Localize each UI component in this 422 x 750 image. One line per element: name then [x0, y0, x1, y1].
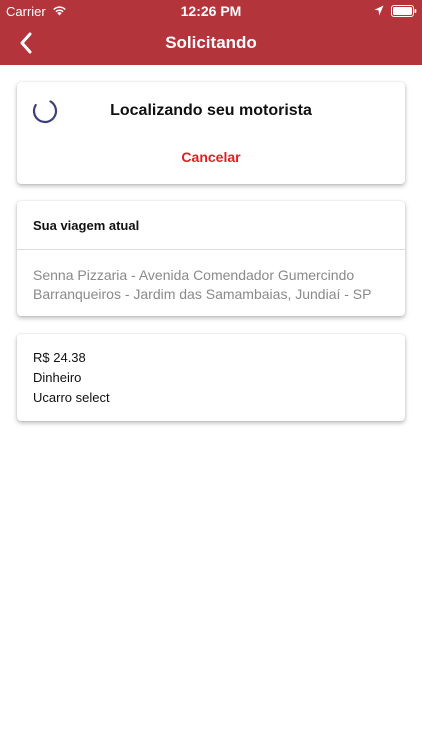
address-line: Barranqueiros - Jardim das Samambaias, J… — [33, 286, 372, 302]
divider — [17, 249, 405, 250]
location-arrow-icon — [374, 5, 384, 16]
app-header: Carrier 12:26 PM Solicitando — [0, 0, 422, 65]
current-trip-card: Sua viagem atual Senna Pizzaria - Avenid… — [17, 201, 405, 316]
address-line: Senna Pizzaria - Avenida Comendador Gume… — [33, 267, 355, 283]
status-time: 12:26 PM — [180, 3, 242, 19]
request-status-card: Localizando seu motorista Cancelar — [17, 82, 405, 184]
trip-price: R$ 24.38 — [33, 350, 86, 365]
status-message: Localizando seu motorista — [110, 102, 312, 119]
payment-method: Dinheiro — [33, 370, 82, 385]
payment-card: R$ 24.38 Dinheiro Ucarro select — [17, 334, 405, 421]
nav-bar: Solicitando — [0, 22, 422, 65]
cancel-button[interactable]: Cancelar — [161, 146, 261, 168]
screen: Carrier 12:26 PM Solicitando Localizando… — [0, 0, 422, 750]
page-title: Solicitando — [165, 33, 257, 52]
vehicle-category: Ucarro select — [33, 390, 110, 405]
trip-address: Senna Pizzaria - Avenida Comendador Gume… — [33, 266, 397, 304]
battery-icon — [391, 5, 417, 17]
status-bar: Carrier 12:26 PM — [0, 0, 422, 22]
trip-header: Sua viagem atual — [33, 218, 140, 233]
